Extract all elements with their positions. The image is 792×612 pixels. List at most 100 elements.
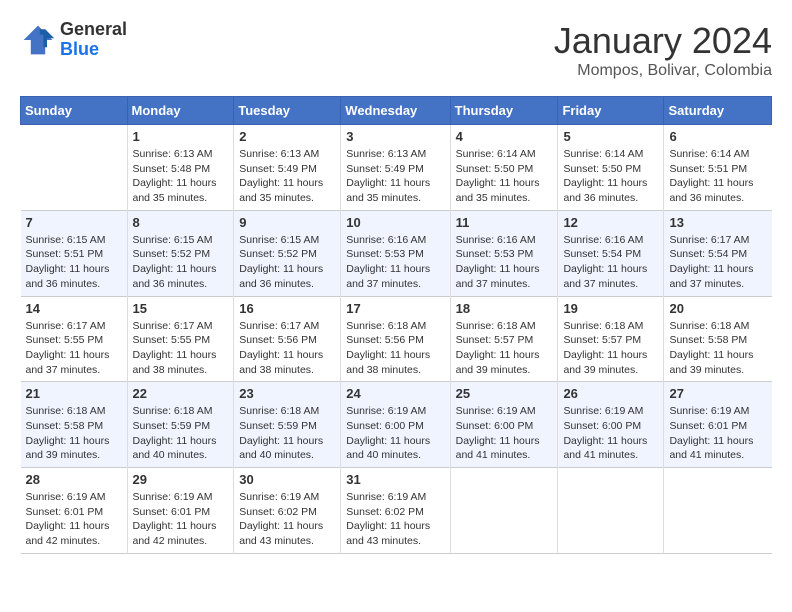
day-info: Sunrise: 6:19 AMSunset: 6:01 PMDaylight:… (26, 490, 122, 549)
calendar-cell: 26Sunrise: 6:19 AMSunset: 6:00 PMDayligh… (558, 382, 664, 468)
calendar-cell: 17Sunrise: 6:18 AMSunset: 5:56 PMDayligh… (341, 296, 450, 382)
day-info: Sunrise: 6:15 AMSunset: 5:52 PMDaylight:… (239, 233, 335, 292)
logo: General Blue (20, 20, 127, 60)
day-info: Sunrise: 6:18 AMSunset: 5:59 PMDaylight:… (239, 404, 335, 463)
calendar-cell: 23Sunrise: 6:18 AMSunset: 5:59 PMDayligh… (234, 382, 341, 468)
day-info: Sunrise: 6:18 AMSunset: 5:57 PMDaylight:… (456, 319, 553, 378)
calendar-cell: 15 Sunrise: 6:17 AMSunset: 5:55 PMDayligh… (127, 296, 234, 382)
location: Mompos, Bolivar, Colombia (554, 62, 772, 80)
calendar-cell: 10 Sunrise: 6:16 AMSunset: 5:53 PMDayligh… (341, 210, 450, 296)
weekday-header: Tuesday (234, 97, 341, 125)
day-info: Sunrise: 6:18 AMSunset: 5:57 PMDaylight:… (563, 319, 658, 378)
day-number: 2 (239, 129, 335, 144)
calendar-week-row: 1 Sunrise: 6:13 AMSunset: 5:48 PMDaylight… (21, 125, 772, 211)
day-number: 29 (133, 472, 229, 487)
calendar-week-row: 28Sunrise: 6:19 AMSunset: 6:01 PMDayligh… (21, 468, 772, 554)
day-info: Sunrise: 6:15 AMSunset: 5:51 PMDaylight:… (26, 233, 122, 292)
logo-blue: Blue (60, 40, 127, 60)
calendar-cell: 13Sunrise: 6:17 AMSunset: 5:54 PMDayligh… (664, 210, 772, 296)
day-number: 10 (346, 215, 444, 230)
day-number: 31 (346, 472, 444, 487)
weekday-header: Wednesday (341, 97, 450, 125)
day-info: Sunrise: 6:16 AMSunset: 5:53 PMDaylight:… (456, 233, 553, 292)
calendar-cell: 7Sunrise: 6:15 AMSunset: 5:51 PMDaylight… (21, 210, 128, 296)
day-number: 16 (239, 301, 335, 316)
calendar-cell: 31 Sunrise: 6:19 AMSunset: 6:02 PMDayligh… (341, 468, 450, 554)
calendar-cell: 21 Sunrise: 6:18 AMSunset: 5:58 PMDayligh… (21, 382, 128, 468)
calendar-cell: 11 Sunrise: 6:16 AMSunset: 5:53 PMDayligh… (450, 210, 558, 296)
calendar-cell: 29Sunrise: 6:19 AMSunset: 6:01 PMDayligh… (127, 468, 234, 554)
day-info: Sunrise: 6:18 AMSunset: 5:58 PMDaylight:… (26, 404, 122, 463)
calendar-cell: 8 Sunrise: 6:15 AMSunset: 5:52 PMDaylight… (127, 210, 234, 296)
calendar-cell: 3 Sunrise: 6:13 AMSunset: 5:49 PMDaylight… (341, 125, 450, 211)
calendar-cell: 19 Sunrise: 6:18 AMSunset: 5:57 PMDayligh… (558, 296, 664, 382)
calendar-cell: 16 Sunrise: 6:17 AMSunset: 5:56 PMDayligh… (234, 296, 341, 382)
day-number: 19 (563, 301, 658, 316)
calendar-cell (664, 468, 772, 554)
calendar-cell (21, 125, 128, 211)
weekday-header-row: SundayMondayTuesdayWednesdayThursdayFrid… (21, 97, 772, 125)
day-number: 21 (26, 386, 122, 401)
day-info: Sunrise: 6:19 AMSunset: 6:00 PMDaylight:… (456, 404, 553, 463)
calendar-cell: 5 Sunrise: 6:14 AMSunset: 5:50 PMDaylight… (558, 125, 664, 211)
day-info: Sunrise: 6:19 AMSunset: 6:02 PMDaylight:… (239, 490, 335, 549)
day-number: 1 (133, 129, 229, 144)
calendar-cell: 24Sunrise: 6:19 AMSunset: 6:00 PMDayligh… (341, 382, 450, 468)
weekday-header: Saturday (664, 97, 772, 125)
page-header: General Blue January 2024 Mompos, Boliva… (20, 20, 772, 80)
day-info: Sunrise: 6:14 AMSunset: 5:50 PMDaylight:… (563, 147, 658, 206)
logo-text: General Blue (60, 20, 127, 60)
day-number: 4 (456, 129, 553, 144)
day-info: Sunrise: 6:18 AMSunset: 5:58 PMDaylight:… (669, 319, 766, 378)
calendar-cell: 20Sunrise: 6:18 AMSunset: 5:58 PMDayligh… (664, 296, 772, 382)
month-title: January 2024 (554, 20, 772, 62)
day-info: Sunrise: 6:13 AMSunset: 5:49 PMDaylight:… (239, 147, 335, 206)
calendar-week-row: 14 Sunrise: 6:17 AMSunset: 5:55 PMDayligh… (21, 296, 772, 382)
logo-general: General (60, 20, 127, 40)
day-number: 22 (133, 386, 229, 401)
day-info: Sunrise: 6:16 AMSunset: 5:54 PMDaylight:… (563, 233, 658, 292)
logo-icon (20, 22, 56, 58)
day-info: Sunrise: 6:17 AMSunset: 5:55 PMDaylight:… (133, 319, 229, 378)
calendar-cell: 6 Sunrise: 6:14 AMSunset: 5:51 PMDaylight… (664, 125, 772, 211)
calendar-cell: 12Sunrise: 6:16 AMSunset: 5:54 PMDayligh… (558, 210, 664, 296)
day-number: 9 (239, 215, 335, 230)
day-info: Sunrise: 6:16 AMSunset: 5:53 PMDaylight:… (346, 233, 444, 292)
day-number: 15 (133, 301, 229, 316)
day-info: Sunrise: 6:18 AMSunset: 5:59 PMDaylight:… (133, 404, 229, 463)
day-info: Sunrise: 6:18 AMSunset: 5:56 PMDaylight:… (346, 319, 444, 378)
day-info: Sunrise: 6:13 AMSunset: 5:49 PMDaylight:… (346, 147, 444, 206)
day-number: 11 (456, 215, 553, 230)
day-number: 26 (563, 386, 658, 401)
weekday-header: Sunday (21, 97, 128, 125)
day-info: Sunrise: 6:17 AMSunset: 5:55 PMDaylight:… (26, 319, 122, 378)
calendar-table: SundayMondayTuesdayWednesdayThursdayFrid… (20, 96, 772, 554)
day-info: Sunrise: 6:14 AMSunset: 5:51 PMDaylight:… (669, 147, 766, 206)
calendar-cell (558, 468, 664, 554)
calendar-week-row: 21 Sunrise: 6:18 AMSunset: 5:58 PMDayligh… (21, 382, 772, 468)
day-number: 14 (26, 301, 122, 316)
calendar-cell: 27Sunrise: 6:19 AMSunset: 6:01 PMDayligh… (664, 382, 772, 468)
day-number: 18 (456, 301, 553, 316)
day-info: Sunrise: 6:15 AMSunset: 5:52 PMDaylight:… (133, 233, 229, 292)
day-info: Sunrise: 6:17 AMSunset: 5:56 PMDaylight:… (239, 319, 335, 378)
day-number: 13 (669, 215, 766, 230)
title-block: January 2024 Mompos, Bolivar, Colombia (554, 20, 772, 80)
day-info: Sunrise: 6:13 AMSunset: 5:48 PMDaylight:… (133, 147, 229, 206)
calendar-cell: 18 Sunrise: 6:18 AMSunset: 5:57 PMDayligh… (450, 296, 558, 382)
calendar-cell (450, 468, 558, 554)
calendar-cell: 4 Sunrise: 6:14 AMSunset: 5:50 PMDaylight… (450, 125, 558, 211)
calendar-cell: 9 Sunrise: 6:15 AMSunset: 5:52 PMDaylight… (234, 210, 341, 296)
day-number: 25 (456, 386, 553, 401)
day-number: 6 (669, 129, 766, 144)
day-number: 5 (563, 129, 658, 144)
day-info: Sunrise: 6:19 AMSunset: 6:02 PMDaylight:… (346, 490, 444, 549)
calendar-cell: 1 Sunrise: 6:13 AMSunset: 5:48 PMDaylight… (127, 125, 234, 211)
calendar-cell: 14 Sunrise: 6:17 AMSunset: 5:55 PMDayligh… (21, 296, 128, 382)
day-number: 8 (133, 215, 229, 230)
weekday-header: Friday (558, 97, 664, 125)
day-info: Sunrise: 6:14 AMSunset: 5:50 PMDaylight:… (456, 147, 553, 206)
day-number: 27 (669, 386, 766, 401)
weekday-header: Thursday (450, 97, 558, 125)
day-number: 3 (346, 129, 444, 144)
